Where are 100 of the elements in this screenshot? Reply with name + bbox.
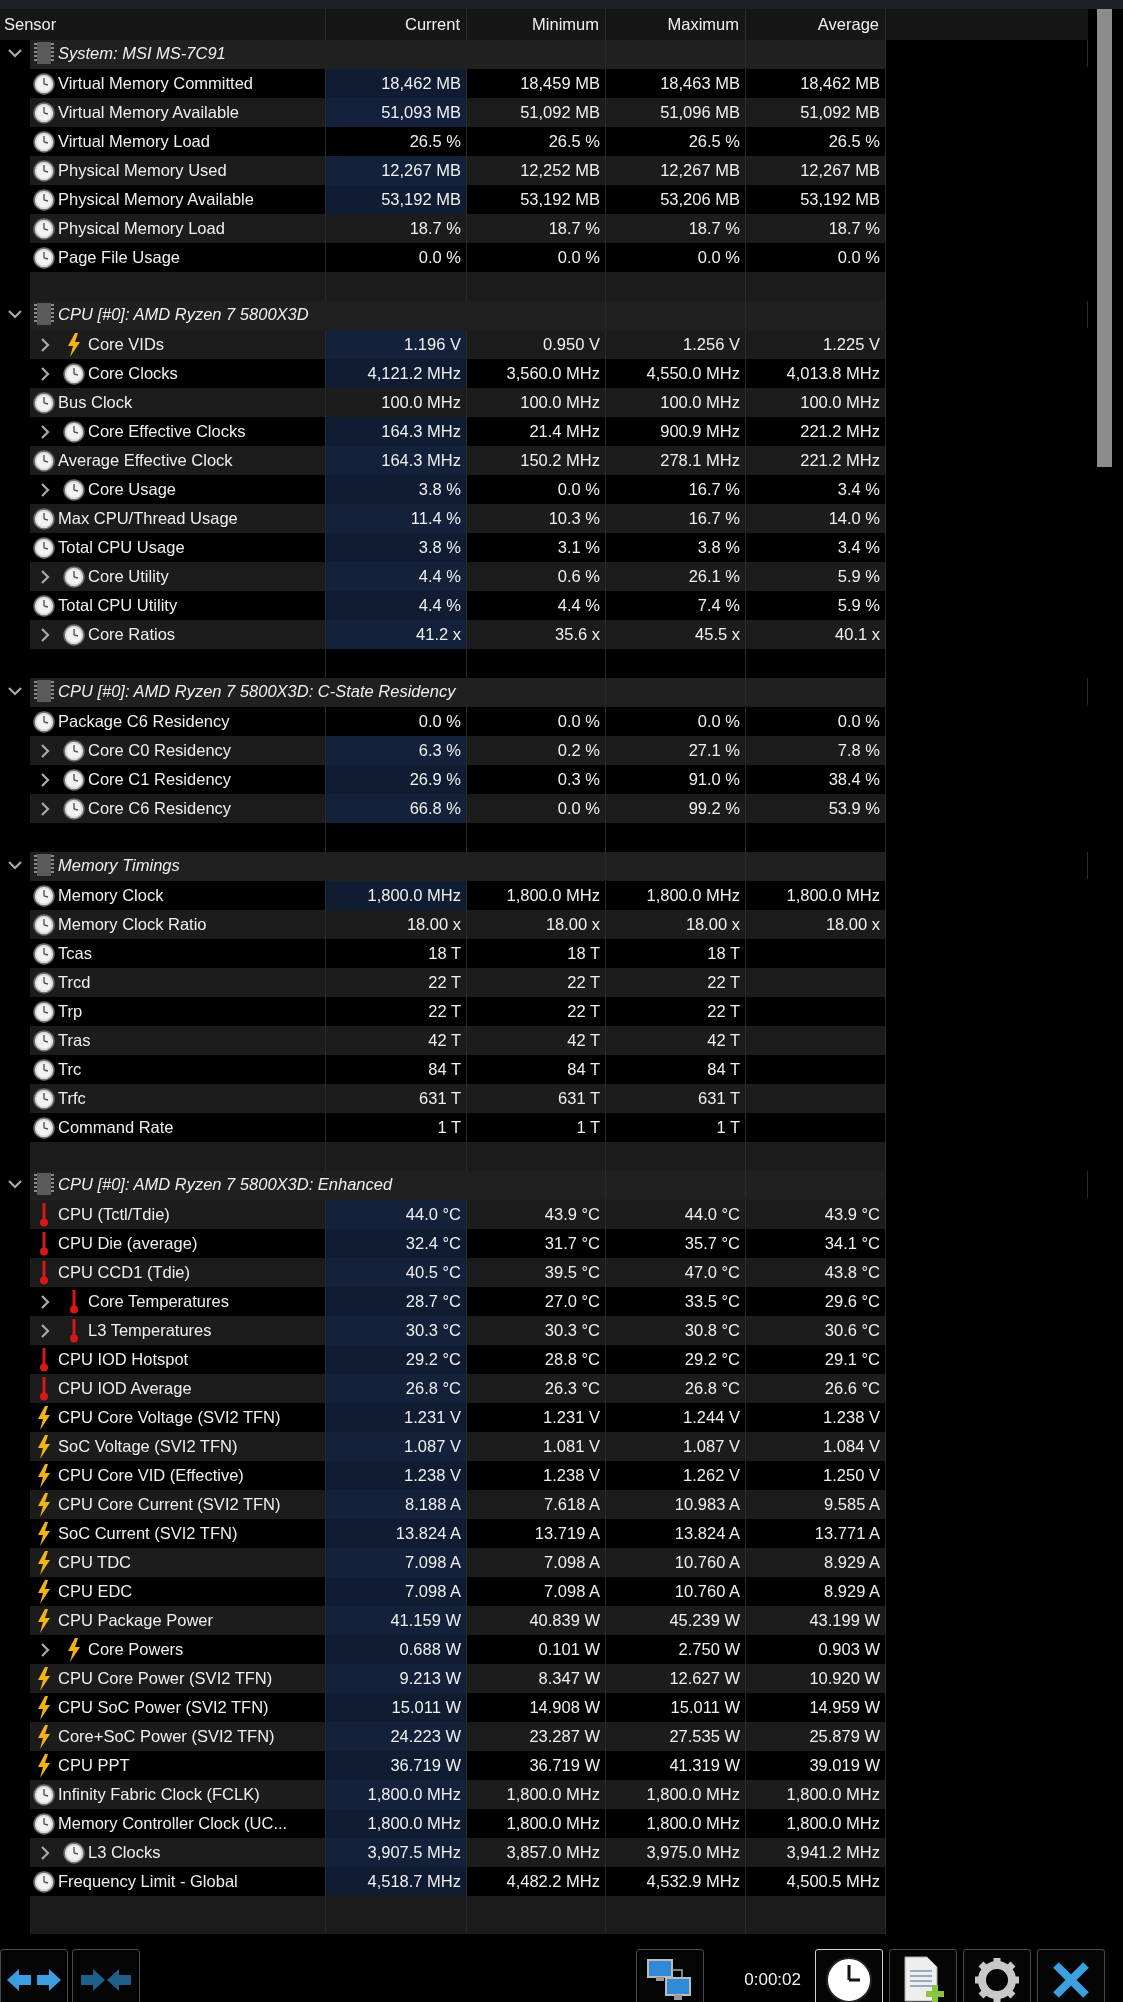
- chevron-right-icon[interactable]: [40, 336, 50, 353]
- document-plus-icon: [901, 1954, 945, 2002]
- sensor-name[interactable]: CPU Core Power (SVI2 TFN): [58, 1669, 273, 1688]
- chip-icon: [33, 853, 55, 878]
- collapse-button[interactable]: [72, 1948, 140, 2002]
- chevron-right-icon[interactable]: [40, 1293, 50, 1310]
- sensor-name[interactable]: Trp: [58, 1002, 83, 1021]
- sensor-name[interactable]: Max CPU/Thread Usage: [58, 509, 238, 528]
- chevron-down-icon[interactable]: [7, 1179, 23, 1190]
- group-title[interactable]: CPU [#0]: AMD Ryzen 7 5800X3D: C-State Residency: [58, 681, 456, 701]
- sensor-name[interactable]: CPU CCD1 (Tdie): [58, 1263, 191, 1282]
- gauge-icon: [63, 1841, 85, 1864]
- sensor-name[interactable]: CPU Core Current (SVI2 TFN): [58, 1495, 281, 1514]
- chevron-down-icon[interactable]: [7, 860, 23, 871]
- sensor-name[interactable]: Memory Controller Clock (UC...: [58, 1814, 288, 1833]
- sensor-name[interactable]: Core C1 Residency: [88, 770, 232, 789]
- gauge-icon: [33, 1812, 55, 1835]
- sensor-name[interactable]: Tras: [58, 1031, 91, 1050]
- sensor-name[interactable]: CPU (Tctl/Tdie): [58, 1205, 170, 1224]
- sensor-name[interactable]: Bus Clock: [58, 393, 133, 412]
- chevron-right-icon[interactable]: [40, 1844, 50, 1861]
- sensor-name[interactable]: L3 Clocks: [88, 1843, 161, 1862]
- sensor-name[interactable]: Frequency Limit - Global: [58, 1872, 238, 1891]
- sensor-name[interactable]: Virtual Memory Load: [58, 132, 210, 151]
- sensor-name[interactable]: Command Rate: [58, 1118, 174, 1137]
- chevron-right-icon[interactable]: [40, 771, 50, 788]
- chevron-right-icon[interactable]: [40, 423, 50, 440]
- sensor-name[interactable]: Core C6 Residency: [88, 799, 232, 818]
- chevron-down-icon[interactable]: [7, 309, 23, 320]
- sensor-name[interactable]: CPU PPT: [58, 1756, 130, 1775]
- lightning-icon: [67, 332, 81, 357]
- gauge-icon: [33, 913, 55, 936]
- value-cell: 1.238 V: [326, 1461, 467, 1490]
- chevron-right-icon[interactable]: [40, 800, 50, 817]
- settings-icon: [973, 1955, 1021, 2002]
- sensor-name[interactable]: Core VIDs: [88, 335, 165, 354]
- sensor-name[interactable]: Tcas: [58, 944, 92, 963]
- settings-button[interactable]: [963, 1948, 1031, 2002]
- chevron-right-icon[interactable]: [40, 1322, 50, 1339]
- sensor-name[interactable]: CPU Core Voltage (SVI2 TFN): [58, 1408, 281, 1427]
- sensor-name[interactable]: Physical Memory Available: [58, 190, 254, 209]
- sensor-name[interactable]: Page File Usage: [58, 248, 180, 267]
- sensor-name[interactable]: Memory Clock: [58, 886, 164, 905]
- gauge-icon: [33, 391, 55, 414]
- group-title[interactable]: CPU [#0]: AMD Ryzen 7 5800X3D: [58, 304, 309, 324]
- sensor-name[interactable]: Trc: [58, 1060, 82, 1079]
- sensor-name[interactable]: Core Temperatures: [88, 1292, 229, 1311]
- chevron-down-icon[interactable]: [7, 686, 23, 697]
- group-title[interactable]: CPU [#0]: AMD Ryzen 7 5800X3D: Enhanced: [58, 1174, 393, 1194]
- sensor-name[interactable]: Core Usage: [88, 480, 177, 499]
- sensor-name[interactable]: Package C6 Residency: [58, 712, 230, 731]
- sensor-name[interactable]: Core Powers: [88, 1640, 184, 1659]
- sensor-name[interactable]: CPU TDC: [58, 1553, 132, 1572]
- chevron-right-icon[interactable]: [40, 626, 50, 643]
- sensor-name[interactable]: Total CPU Usage: [58, 538, 185, 557]
- chevron-right-icon[interactable]: [40, 1641, 50, 1658]
- sensor-name[interactable]: Infinity Fabric Clock (FCLK): [58, 1785, 260, 1804]
- sensor-name[interactable]: CPU SoC Power (SVI2 TFN): [58, 1698, 269, 1717]
- value-cell: 164.3 MHz: [326, 417, 467, 446]
- sensor-name[interactable]: SoC Voltage (SVI2 TFN): [58, 1437, 238, 1456]
- sensor-name[interactable]: Trcd: [58, 973, 91, 992]
- report-button[interactable]: [889, 1948, 957, 2002]
- sensor-name[interactable]: Memory Clock Ratio: [58, 915, 207, 934]
- sensor-name[interactable]: Core C0 Residency: [88, 741, 232, 760]
- sensor-name[interactable]: Core Utility: [88, 567, 169, 586]
- chevron-right-icon[interactable]: [40, 481, 50, 498]
- sensor-name[interactable]: Core Effective Clocks: [88, 422, 246, 441]
- sensor-name[interactable]: Virtual Memory Available: [58, 103, 239, 122]
- chevron-right-icon[interactable]: [40, 568, 50, 585]
- value-cell: 32.4 °C: [326, 1229, 467, 1258]
- expand-button[interactable]: [0, 1948, 68, 2002]
- value-cell: 4.4 %: [326, 591, 467, 620]
- sensor-name[interactable]: Core Ratios: [88, 625, 176, 644]
- scrollbar-thumb[interactable]: [1097, 9, 1112, 467]
- sensor-name[interactable]: Core Clocks: [88, 364, 178, 383]
- value-cell: 4.4 %: [326, 562, 467, 591]
- chevron-right-icon[interactable]: [40, 742, 50, 759]
- sensor-name[interactable]: CPU EDC: [58, 1582, 133, 1601]
- sensor-name[interactable]: CPU Package Power: [58, 1611, 213, 1630]
- close-button[interactable]: [1037, 1948, 1105, 2002]
- sensor-name[interactable]: Core+SoC Power (SVI2 TFN): [58, 1727, 275, 1746]
- sensor-name[interactable]: CPU IOD Hotspot: [58, 1350, 189, 1369]
- sensor-name[interactable]: Virtual Memory Committed: [58, 74, 253, 93]
- sensor-name[interactable]: Physical Memory Load: [58, 219, 225, 238]
- network-button[interactable]: [636, 1948, 705, 2002]
- chevron-right-icon[interactable]: [40, 365, 50, 382]
- sensor-name[interactable]: SoC Current (SVI2 TFN): [58, 1524, 238, 1543]
- value-cell: 7.098 A: [326, 1577, 467, 1606]
- sensor-name[interactable]: Trfc: [58, 1089, 86, 1108]
- sensor-name[interactable]: CPU Die (average): [58, 1234, 198, 1253]
- sensor-name[interactable]: Physical Memory Used: [58, 161, 227, 180]
- sensor-name[interactable]: Total CPU Utility: [58, 596, 178, 615]
- sensor-name[interactable]: Average Effective Clock: [58, 451, 233, 470]
- sensor-name[interactable]: CPU IOD Average: [58, 1379, 192, 1398]
- sensor-name[interactable]: CPU Core VID (Effective): [58, 1466, 244, 1485]
- timer-button[interactable]: [815, 1948, 883, 2002]
- group-title[interactable]: Memory Timings: [58, 855, 180, 875]
- chevron-down-icon[interactable]: [7, 48, 23, 59]
- group-title[interactable]: System: MSI MS-7C91: [58, 43, 226, 63]
- sensor-name[interactable]: L3 Temperatures: [88, 1321, 212, 1340]
